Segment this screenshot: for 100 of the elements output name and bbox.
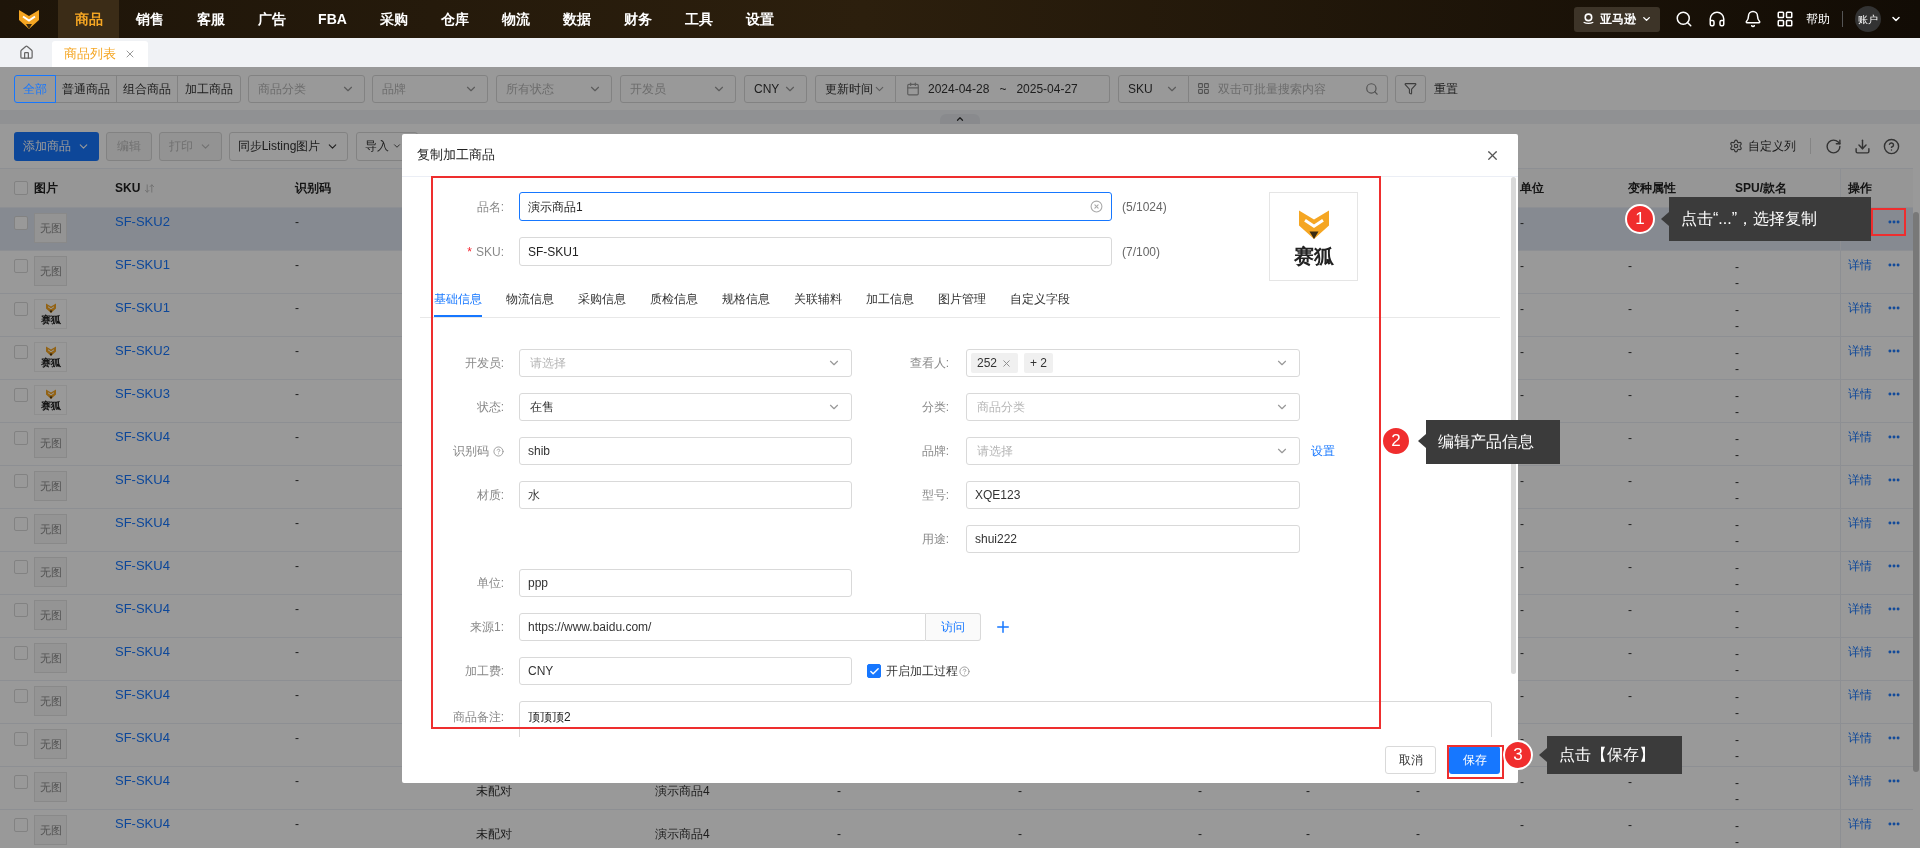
- detail-link[interactable]: 详情: [1848, 774, 1872, 788]
- text-field[interactable]: CNY: [519, 657, 852, 685]
- type-filter-button[interactable]: 普通商品: [55, 74, 117, 103]
- sku-link[interactable]: SF-SKU1: [115, 300, 170, 315]
- detail-link[interactable]: 详情: [1848, 516, 1872, 530]
- search-type-select[interactable]: SKU: [1118, 74, 1189, 103]
- save-button[interactable]: 保存: [1449, 746, 1500, 774]
- select-field[interactable]: CNY: [744, 74, 807, 103]
- customize-columns-button[interactable]: 自定义列: [1729, 137, 1796, 155]
- add-icon[interactable]: [994, 618, 1012, 636]
- nav-item[interactable]: 采购: [363, 0, 424, 38]
- detail-link[interactable]: 详情: [1848, 731, 1872, 745]
- dialog-tab[interactable]: 规格信息: [722, 282, 770, 317]
- help-link[interactable]: 帮助: [1806, 10, 1830, 28]
- detail-link[interactable]: 详情: [1848, 645, 1872, 659]
- detail-link[interactable]: 详情: [1848, 344, 1872, 358]
- image-placeholder: 无图: [34, 686, 67, 716]
- detail-link[interactable]: 详情: [1848, 817, 1872, 831]
- nav-item[interactable]: 工具: [668, 0, 729, 38]
- nav-item[interactable]: 客服: [180, 0, 241, 38]
- collapse-tab[interactable]: [940, 114, 980, 124]
- tag[interactable]: 252: [971, 353, 1019, 373]
- type-filter-button[interactable]: 加工商品: [177, 74, 241, 103]
- date-range-field[interactable]: 2024-04-28 ~ 2025-04-27: [896, 74, 1110, 103]
- sku-link[interactable]: SF-SKU4: [115, 816, 170, 831]
- checkbox[interactable]: [867, 664, 881, 678]
- nav-item[interactable]: 财务: [607, 0, 668, 38]
- home-icon[interactable]: [18, 45, 34, 60]
- nav-item[interactable]: 广告: [241, 0, 302, 38]
- cancel-button[interactable]: 取消: [1385, 746, 1436, 774]
- detail-link[interactable]: 详情: [1848, 602, 1872, 616]
- detail-link[interactable]: 详情: [1848, 387, 1872, 401]
- select-field[interactable]: 在售: [519, 393, 852, 421]
- visit-button[interactable]: 访问: [926, 613, 981, 641]
- text-field[interactable]: shui222: [966, 525, 1300, 553]
- download-icon[interactable]: [1854, 137, 1871, 155]
- sku-link[interactable]: SF-SKU4: [115, 601, 170, 616]
- refresh-icon[interactable]: [1825, 137, 1842, 155]
- nav-item[interactable]: 物流: [485, 0, 546, 38]
- help-icon[interactable]: [1883, 137, 1900, 155]
- sku-link[interactable]: SF-SKU1: [115, 257, 170, 272]
- dialog-tab[interactable]: 自定义字段: [1010, 282, 1070, 317]
- sku-link[interactable]: SF-SKU4: [115, 515, 170, 530]
- account-avatar[interactable]: 账户: [1855, 6, 1881, 32]
- sku-link[interactable]: SF-SKU4: [115, 687, 170, 702]
- sku-link[interactable]: SF-SKU4: [115, 429, 170, 444]
- reset-button[interactable]: 重置: [1434, 79, 1458, 98]
- text-field[interactable]: 演示商品1: [519, 192, 1112, 221]
- column-header[interactable]: SKU: [115, 179, 141, 197]
- clear-icon[interactable]: [1090, 200, 1103, 213]
- headset-icon[interactable]: [1708, 10, 1726, 28]
- dialog-tab[interactable]: 关联辅料: [794, 282, 842, 317]
- sku-link[interactable]: SF-SKU4: [115, 730, 170, 745]
- text-field[interactable]: SF-SKU1: [519, 237, 1112, 266]
- fox-logo-icon: [44, 302, 57, 314]
- tag[interactable]: + 2: [1024, 353, 1054, 373]
- type-filter-button[interactable]: 组合商品: [116, 74, 178, 103]
- detail-link[interactable]: 详情: [1848, 301, 1872, 315]
- nav-item[interactable]: 商品: [58, 0, 119, 38]
- text-field[interactable]: shib: [519, 437, 852, 465]
- text-field[interactable]: XQE123: [966, 481, 1300, 509]
- multi-select-field[interactable]: 252 + 2: [966, 349, 1300, 377]
- dialog-tab[interactable]: 质检信息: [650, 282, 698, 317]
- settings-link[interactable]: 设置: [1311, 442, 1335, 460]
- store-selector[interactable]: 亚马逊: [1574, 6, 1660, 32]
- detail-link[interactable]: 详情: [1848, 688, 1872, 702]
- filter-button[interactable]: [1395, 74, 1426, 103]
- sku-link[interactable]: SF-SKU4: [115, 644, 170, 659]
- nav-item[interactable]: 设置: [729, 0, 790, 38]
- detail-link[interactable]: 详情: [1848, 258, 1872, 272]
- nav-item[interactable]: 仓库: [424, 0, 485, 38]
- table-cell: -: [1735, 646, 1739, 662]
- apps-grid-icon[interactable]: [1776, 10, 1794, 28]
- dialog-tab[interactable]: 基础信息: [434, 282, 482, 317]
- nav-item[interactable]: 数据: [546, 0, 607, 38]
- sku-link[interactable]: SF-SKU2: [115, 343, 170, 358]
- sku-link[interactable]: SF-SKU3: [115, 386, 170, 401]
- detail-link[interactable]: 详情: [1848, 559, 1872, 573]
- url-field[interactable]: https://www.baidu.com/: [519, 613, 926, 641]
- dialog-tab[interactable]: 采购信息: [578, 282, 626, 317]
- text-field[interactable]: ppp: [519, 569, 852, 597]
- sort-icon[interactable]: [144, 182, 156, 194]
- sku-link[interactable]: SF-SKU4: [115, 558, 170, 573]
- detail-link[interactable]: 详情: [1848, 473, 1872, 487]
- sku-link[interactable]: SF-SKU4: [115, 773, 170, 788]
- toolbar-button[interactable]: 同步Listing图片: [229, 131, 348, 161]
- sku-link[interactable]: SF-SKU4: [115, 472, 170, 487]
- dialog-tab[interactable]: 物流信息: [506, 282, 554, 317]
- search-icon[interactable]: [1675, 10, 1693, 28]
- nav-item[interactable]: 销售: [119, 0, 180, 38]
- nav-item[interactable]: FBA: [302, 0, 363, 38]
- date-type-select[interactable]: 更新时间: [815, 74, 896, 103]
- detail-link[interactable]: 详情: [1848, 430, 1872, 444]
- toolbar-button[interactable]: 添加商品: [14, 131, 99, 161]
- remove-icon[interactable]: [1001, 357, 1013, 369]
- text-field[interactable]: 水: [519, 481, 852, 509]
- dialog-tab[interactable]: 加工信息: [866, 282, 914, 317]
- bell-icon[interactable]: [1744, 10, 1762, 28]
- dialog-tab[interactable]: 图片管理: [938, 282, 986, 317]
- scrollbar[interactable]: [1913, 212, 1919, 772]
